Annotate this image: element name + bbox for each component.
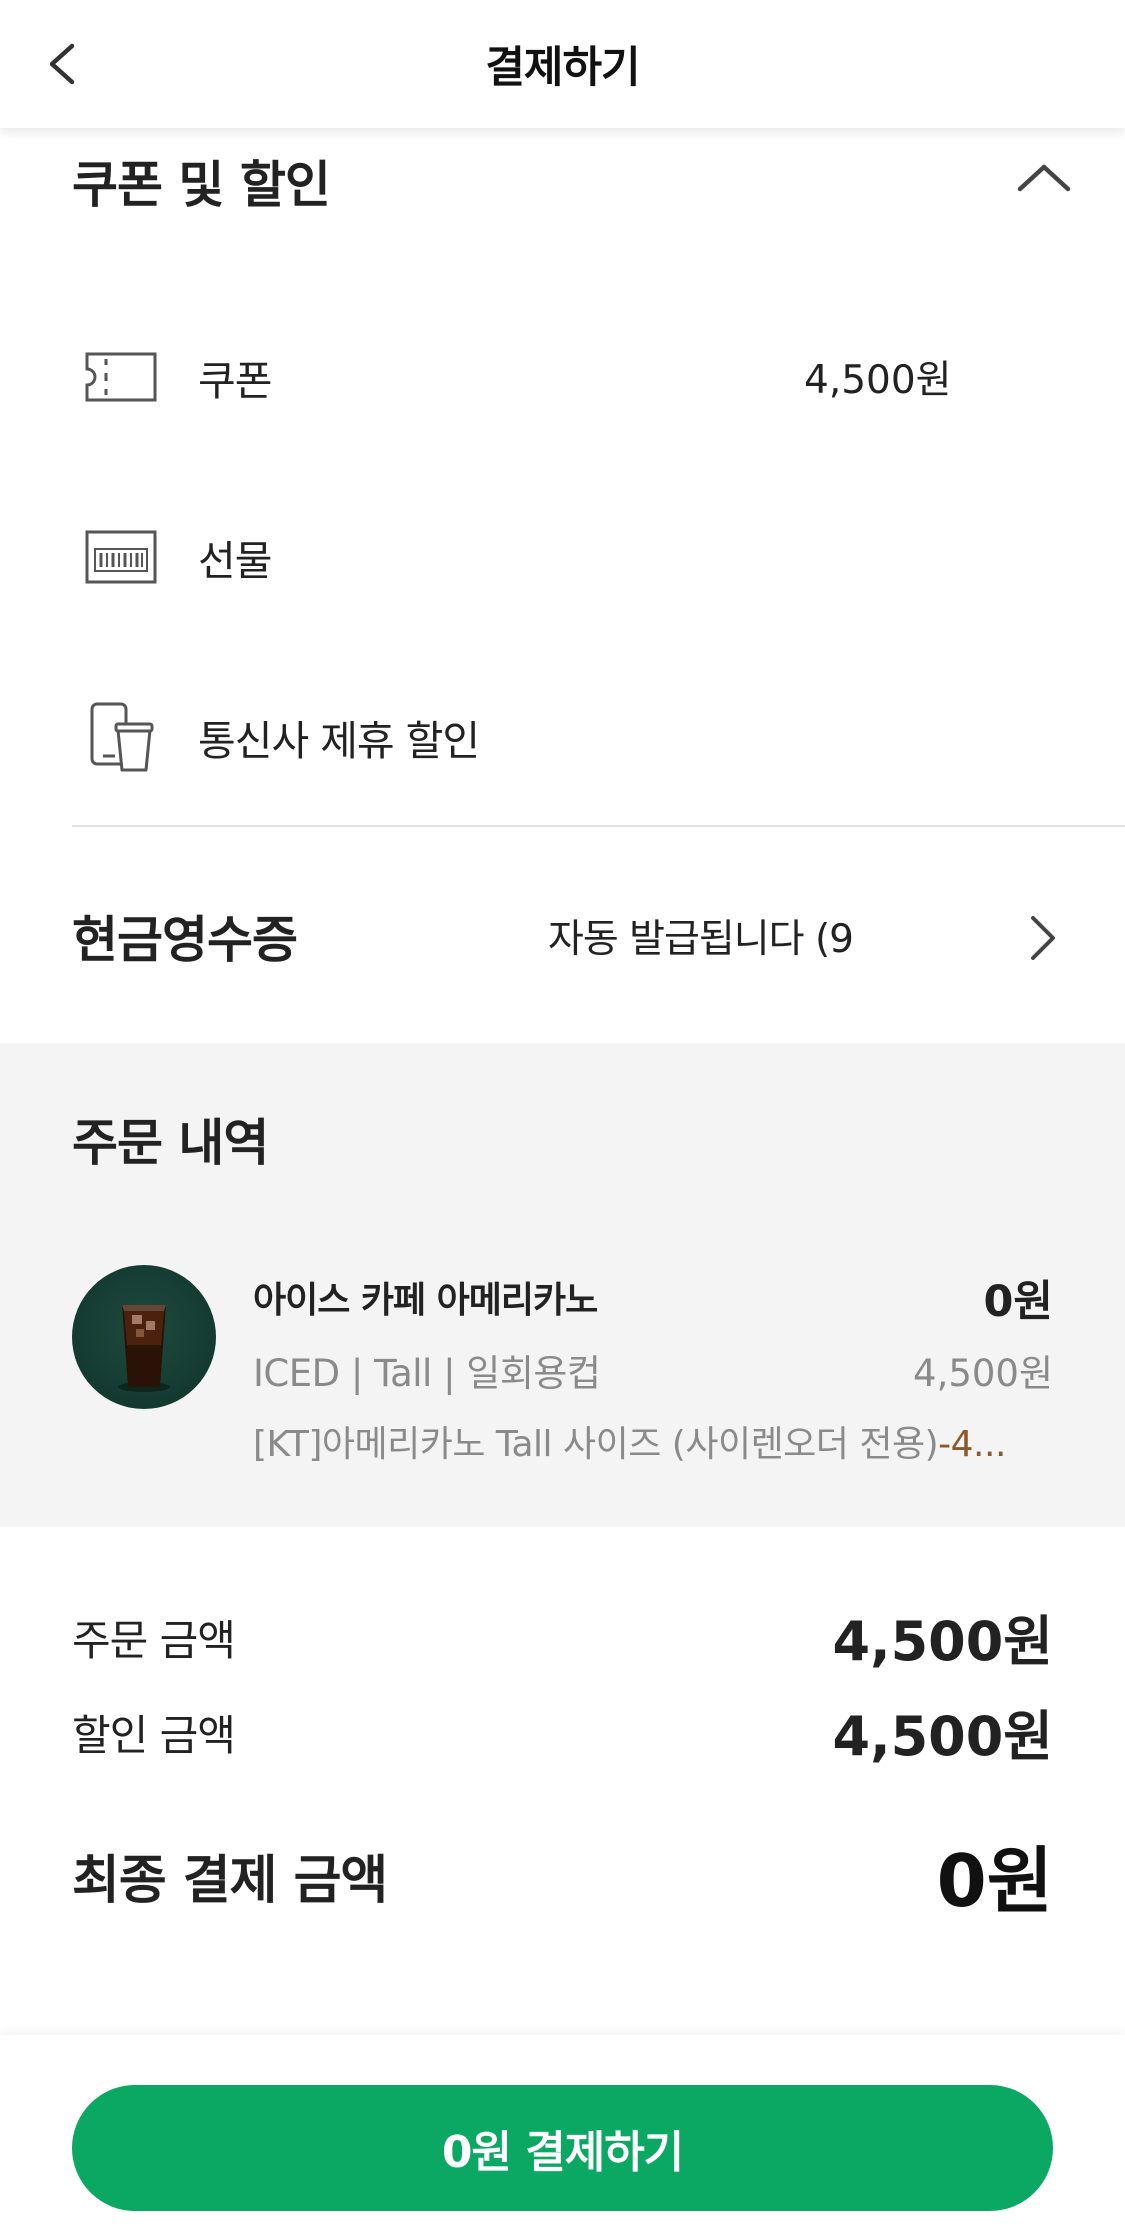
top-app-bar: 결제하기 bbox=[0, 0, 1125, 128]
coupon-section-header[interactable]: 쿠폰 및 할인 bbox=[72, 145, 1072, 215]
coupon-section-title: 쿠폰 및 할인 bbox=[72, 156, 331, 214]
phone-cup-icon bbox=[84, 702, 158, 772]
gift-row[interactable]: 선물 bbox=[84, 522, 984, 592]
order-item-promo: [KT]아메리카노 Tall 사이즈 (사이렌오더 전용)-4... bbox=[253, 1415, 1053, 1467]
coupon-row[interactable]: 쿠폰 4,500원 bbox=[84, 342, 984, 412]
promo-text: [KT]아메리카노 Tall 사이즈 (사이렌오더 전용) bbox=[253, 1424, 939, 1465]
gift-card-icon bbox=[84, 522, 158, 592]
order-amount-row: 주문 금액 4,500원 bbox=[72, 1605, 1053, 1673]
final-amount-label: 최종 결제 금액 bbox=[72, 1851, 388, 1911]
chevron-right-icon[interactable] bbox=[1027, 914, 1057, 962]
chevron-up-icon[interactable] bbox=[1016, 159, 1072, 195]
discount-amount-row: 할인 금액 4,500원 bbox=[72, 1700, 1053, 1768]
final-amount-value: 0원 bbox=[936, 1839, 1053, 1923]
pay-button[interactable]: 0원 결제하기 bbox=[72, 2085, 1053, 2211]
section-divider bbox=[72, 825, 1125, 827]
coupon-label: 쿠폰 bbox=[198, 357, 272, 405]
cash-receipt-value: 자동 발급됩니다 (9 bbox=[548, 917, 854, 962]
final-amount-row: 최종 결제 금액 0원 bbox=[72, 1830, 1053, 1923]
order-item-original-price: 4,500원 bbox=[913, 1352, 1053, 1395]
chevron-left-icon[interactable] bbox=[40, 34, 84, 94]
gift-label: 선물 bbox=[198, 537, 272, 585]
order-history-title: 주문 내역 bbox=[72, 1114, 269, 1172]
order-history-section: 주문 내역 아이스 카페 아메리카노 0원 ICED | Tall | 일회용컵… bbox=[0, 1043, 1125, 1527]
bottom-action-bar: 0원 결제하기 bbox=[0, 2035, 1125, 2237]
coupon-value: 4,500원 bbox=[804, 358, 952, 403]
order-item-options: ICED | Tall | 일회용컵 bbox=[253, 1352, 601, 1395]
discount-amount-value: 4,500원 bbox=[832, 1705, 1054, 1768]
carrier-discount-label: 통신사 제휴 할인 bbox=[198, 717, 480, 765]
cash-receipt-label: 현금영수증 bbox=[72, 911, 298, 969]
page-title: 결제하기 bbox=[485, 43, 640, 93]
order-amount-value: 4,500원 bbox=[832, 1610, 1054, 1673]
cash-receipt-row[interactable]: 현금영수증 자동 발급됩니다 (9 bbox=[72, 900, 1072, 970]
carrier-discount-row[interactable]: 통신사 제휴 할인 bbox=[84, 702, 984, 772]
order-item-name: 아이스 카페 아메리카노 bbox=[253, 1280, 598, 1321]
discount-amount-label: 할인 금액 bbox=[72, 1711, 236, 1760]
order-item-price: 0원 bbox=[983, 1277, 1053, 1327]
ticket-icon bbox=[84, 342, 158, 412]
order-amount-label: 주문 금액 bbox=[72, 1616, 236, 1665]
iced-americano-image bbox=[72, 1265, 216, 1409]
promo-amount: -4... bbox=[938, 1424, 1006, 1465]
